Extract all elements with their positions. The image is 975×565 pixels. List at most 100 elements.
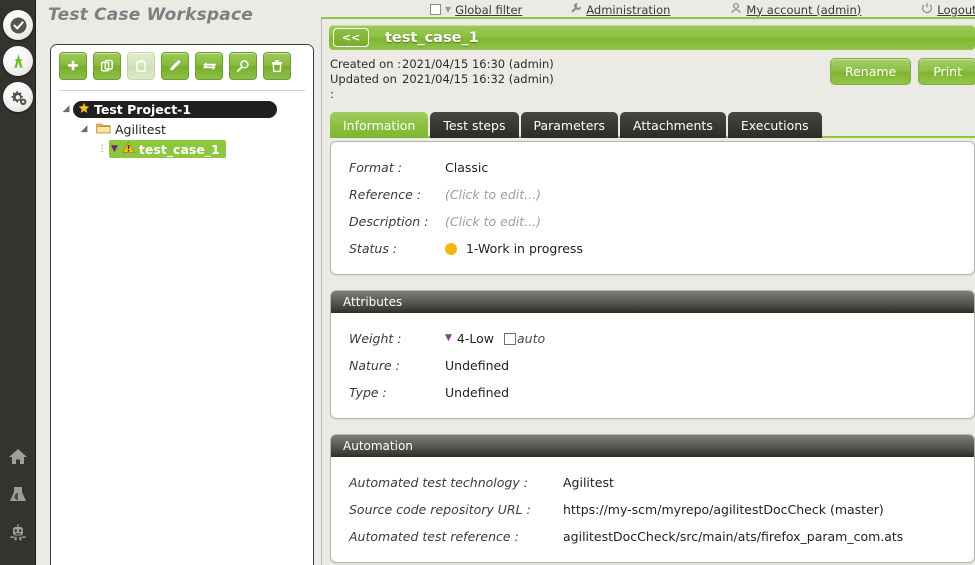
field-row-reference[interactable]: Reference : (Click to edit...) xyxy=(331,181,974,208)
chevron-down-icon[interactable]: ▼ xyxy=(445,5,451,14)
field-label: Automated test technology : xyxy=(349,475,528,490)
robot-icon[interactable] xyxy=(3,519,33,545)
attributes-card-body: Weight : ▼ 4-Low auto Nature : Undefined… xyxy=(331,313,974,418)
field-value: Undefined xyxy=(445,385,510,400)
my-account-link[interactable]: My account (admin) xyxy=(746,3,861,17)
home-icon[interactable] xyxy=(3,443,33,469)
tab-executions[interactable]: Executions xyxy=(727,112,822,138)
field-label: Format : xyxy=(349,160,402,175)
copy-button[interactable] xyxy=(93,52,121,80)
status-value: 1-Work in progress xyxy=(466,241,583,256)
auto-checkbox[interactable] xyxy=(504,332,517,345)
left-icon-rail xyxy=(0,0,36,565)
tree-node-label: Test Project-1 xyxy=(94,101,192,117)
warning-icon xyxy=(122,141,135,157)
field-value: Undefined xyxy=(445,358,510,373)
rail-bottom-group xyxy=(0,443,36,557)
field-value: Classic xyxy=(445,160,489,175)
magnifier-icon xyxy=(236,60,249,72)
status-badge-dot xyxy=(445,242,457,255)
checkbox-icon[interactable] xyxy=(430,4,441,15)
chevron-down-icon[interactable]: ▼ xyxy=(445,334,452,343)
nav-logout[interactable]: Logout xyxy=(921,2,975,17)
field-row-nature[interactable]: Nature : Undefined xyxy=(331,352,974,379)
field-label: Type : xyxy=(349,385,387,400)
plus-icon xyxy=(68,60,78,71)
meta-label: Updated on : xyxy=(330,72,397,101)
field-label: Source code repository URL : xyxy=(349,502,531,517)
back-button[interactable]: << xyxy=(333,28,369,47)
field-label: Automated test reference : xyxy=(349,529,519,544)
tree-panel: ◢ Test Project-1 ◢ Agilitest ⋮ ▼ test_ca… xyxy=(50,44,314,565)
field-value: https://my-scm/myrepo/agilitestDocCheck … xyxy=(563,502,884,517)
delete-button[interactable] xyxy=(263,52,291,80)
field-value: agilitestDocCheck/src/main/ats/firefox_p… xyxy=(563,529,904,544)
meta-value: 2021/04/15 16:32 (admin) xyxy=(402,72,554,86)
field-row-status[interactable]: Status : 1-Work in progress xyxy=(331,235,974,262)
rename-button[interactable]: Rename xyxy=(829,58,912,85)
automation-card-header: Automation xyxy=(331,435,974,457)
paste-button xyxy=(127,52,155,80)
automation-card: Automation Automated test technology : A… xyxy=(330,434,975,563)
wrench-icon xyxy=(570,2,582,17)
nav-my-account[interactable]: My account (admin) xyxy=(730,2,861,17)
field-row-type[interactable]: Type : Undefined xyxy=(331,379,974,406)
add-button[interactable] xyxy=(59,52,87,80)
tree-node-label: Agilitest xyxy=(115,121,166,137)
tab-bar: Information Test steps Parameters Attach… xyxy=(330,112,975,138)
information-card: Format : Classic Reference : (Click to e… xyxy=(330,141,975,275)
object-actions: Rename Print xyxy=(829,58,975,85)
field-value[interactable]: (Click to edit...) xyxy=(445,187,541,202)
field-row-format[interactable]: Format : Classic xyxy=(331,154,974,181)
expand-handle-icon[interactable]: ◢ xyxy=(59,104,73,114)
field-row-automated-test-technology[interactable]: Automated test technology : Agilitest xyxy=(331,469,974,496)
gears-icon[interactable] xyxy=(3,82,33,112)
agilitest-logo-icon[interactable] xyxy=(3,46,33,76)
workspace-column: Test Case Workspace ◢ Test Project-1 ◢ A… xyxy=(36,0,321,565)
global-filter-link[interactable]: Global filter xyxy=(455,3,522,17)
check-circle-icon[interactable] xyxy=(3,10,33,40)
tree-node-label: test_case_1 xyxy=(138,141,220,157)
information-card-body: Format : Classic Reference : (Click to e… xyxy=(331,142,974,274)
tab-attachments[interactable]: Attachments xyxy=(620,112,726,138)
tree-node-project[interactable]: ◢ Test Project-1 xyxy=(59,99,305,119)
page-title: Test Case Workspace xyxy=(48,5,253,25)
field-row-source-code-repository-url[interactable]: Source code repository URL : https://my-… xyxy=(331,496,974,523)
folder-icon xyxy=(96,122,111,137)
tab-test-steps[interactable]: Test steps xyxy=(430,112,519,138)
field-row-weight[interactable]: Weight : ▼ 4-Low auto xyxy=(331,325,974,352)
nav-global-filter[interactable]: ▼ Global filter xyxy=(430,3,522,17)
tab-information[interactable]: Information xyxy=(330,112,429,138)
project-tree: ◢ Test Project-1 ◢ Agilitest ⋮ ▼ test_ca… xyxy=(59,90,305,159)
logout-link[interactable]: Logout xyxy=(937,3,975,17)
tree-node-folder[interactable]: ◢ Agilitest xyxy=(59,119,305,139)
meta-value: 2021/04/15 16:30 (admin) xyxy=(402,57,554,71)
field-row-description[interactable]: Description : (Click to edit...) xyxy=(331,208,974,235)
move-button[interactable] xyxy=(195,52,223,80)
chevron-down-icon[interactable]: ▼ xyxy=(111,144,118,154)
expand-handle-icon[interactable]: ◢ xyxy=(77,124,91,134)
edit-button[interactable] xyxy=(161,52,189,80)
field-label: Status : xyxy=(349,241,398,256)
move-arrows-icon xyxy=(202,62,216,70)
tree-node-testcase[interactable]: ⋮ ▼ test_case_1 xyxy=(59,139,305,159)
print-button[interactable]: Print xyxy=(918,58,975,85)
field-value[interactable]: (Click to edit...) xyxy=(445,214,541,229)
paste-icon xyxy=(136,60,146,72)
nav-administration[interactable]: Administration xyxy=(570,2,670,17)
pencil-icon xyxy=(170,59,181,71)
leaf-handle-icon: ⋮ xyxy=(97,143,107,154)
rail-top-group xyxy=(0,6,36,118)
field-row-automated-test-reference[interactable]: Automated test reference : agilitestDocC… xyxy=(331,523,974,550)
weight-value: 4-Low xyxy=(456,331,495,346)
object-title: test_case_1 xyxy=(385,29,479,46)
test-lab-icon[interactable] xyxy=(3,481,33,507)
attributes-card-header: Attributes xyxy=(331,291,974,313)
attributes-card: Attributes Weight : ▼ 4-Low auto Nature … xyxy=(330,290,975,419)
tab-parameters[interactable]: Parameters xyxy=(520,112,619,138)
administration-link[interactable]: Administration xyxy=(586,3,670,17)
search-button[interactable] xyxy=(229,52,257,80)
power-icon xyxy=(921,2,933,17)
application-root: Test Case Workspace ◢ Test Project-1 ◢ A… xyxy=(0,0,975,565)
trash-icon xyxy=(271,60,283,73)
